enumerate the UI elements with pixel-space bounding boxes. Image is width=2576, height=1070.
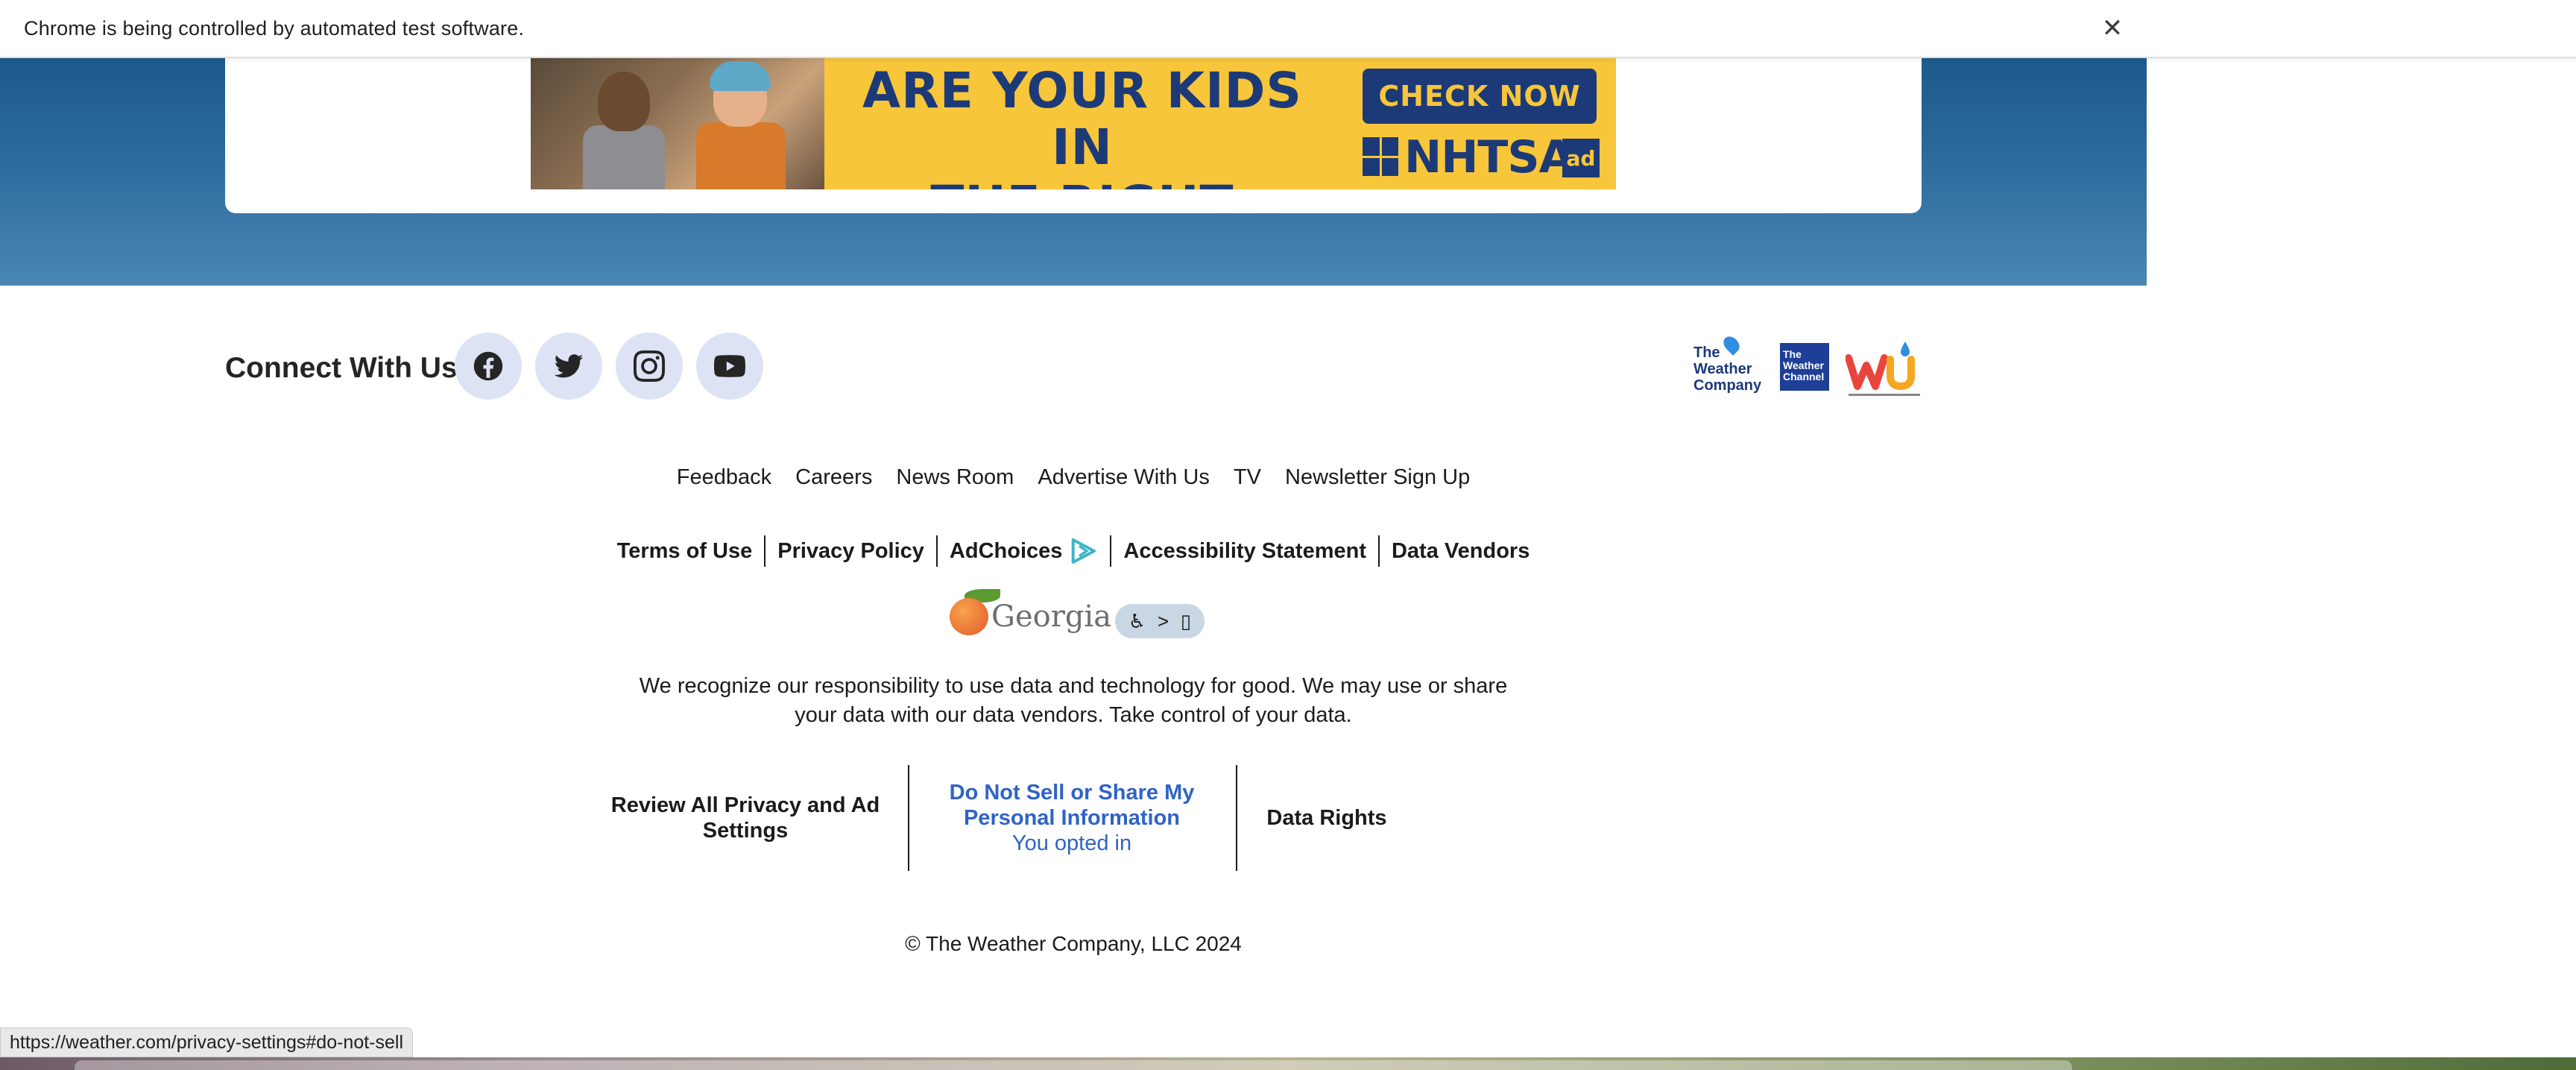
link-feedback[interactable]: Feedback xyxy=(677,465,771,489)
accessibility-badge[interactable]: ♿ > ▯ xyxy=(1115,604,1205,638)
link-adchoices[interactable]: AdChoices xyxy=(938,535,1110,567)
review-privacy-label: Review All Privacy and Ad Settings xyxy=(610,793,880,843)
automation-infobar: Chrome is being controlled by automated … xyxy=(0,0,2576,58)
close-icon[interactable]: ✕ xyxy=(2096,12,2129,45)
data-disclaimer: We recognize our responsibility to use d… xyxy=(639,674,1508,727)
review-privacy-settings-link[interactable]: Review All Privacy and Ad Settings xyxy=(596,765,894,871)
infobar-text: Chrome is being controlled by automated … xyxy=(24,16,525,40)
twitter-link[interactable] xyxy=(535,333,602,400)
peach-icon xyxy=(950,598,988,635)
dock-edge xyxy=(75,1060,2072,1070)
ad-check-now-button[interactable]: CHECK NOW xyxy=(1363,69,1597,124)
ad-council-logo: ad xyxy=(1562,139,1600,177)
ad-card: ARE YOUR KIDS IN THE RIGHT SEAT? CHECK N… xyxy=(225,58,1922,213)
weather-company-logo[interactable]: The Weather Company xyxy=(1693,333,1768,394)
wheelchair-icon: ♿ xyxy=(1128,609,1146,632)
nhtsa-ad-banner[interactable]: ARE YOUR KIDS IN THE RIGHT SEAT? CHECK N… xyxy=(531,58,1616,189)
opt-status: You opted in xyxy=(1011,831,1132,855)
data-rights-link[interactable]: Data Rights xyxy=(1237,765,1416,871)
legal-links: Terms of Use Privacy Policy AdChoices Ac… xyxy=(0,533,2147,569)
link-tv[interactable]: TV xyxy=(1234,465,1261,489)
wunderground-logo[interactable] xyxy=(1846,340,1923,400)
ad-sponsor-logo: NHTSA xyxy=(1404,131,1573,183)
arrow-icon: > xyxy=(1157,609,1169,632)
link-advertise[interactable]: Advertise With Us xyxy=(1038,465,1209,489)
facebook-link[interactable] xyxy=(455,333,522,400)
do-not-sell-link[interactable]: Do Not Sell or Share My Personal Informa… xyxy=(908,765,1236,871)
youtube-link[interactable] xyxy=(696,333,763,400)
link-news-room[interactable]: News Room xyxy=(896,465,1014,489)
ad-headline-line1: ARE YOUR KIDS IN xyxy=(862,62,1302,176)
page-content: ARE YOUR KIDS IN THE RIGHT SEAT? CHECK N… xyxy=(0,58,2147,1057)
nhtsa-symbols-icon xyxy=(1363,137,1398,176)
ad-photo-kids xyxy=(531,58,824,189)
data-rights-label: Data Rights xyxy=(1266,806,1387,830)
link-accessibility-statement[interactable]: Accessibility Statement xyxy=(1111,535,1378,567)
ad-headline-line2: THE RIGHT SEAT? xyxy=(851,176,1313,190)
ad-headline: ARE YOUR KIDS IN THE RIGHT SEAT? xyxy=(851,62,1313,190)
copyright: © The Weather Company, LLC 2024 xyxy=(905,932,1242,955)
device-icon: ▯ xyxy=(1180,609,1192,632)
adchoices-icon xyxy=(1072,538,1096,564)
georgia-logo-text: Georgia xyxy=(991,599,1112,634)
link-data-vendors[interactable]: Data Vendors xyxy=(1380,535,1541,567)
youtube-icon xyxy=(714,355,745,377)
do-not-sell-label: Do Not Sell or Share My Personal Informa… xyxy=(949,781,1195,830)
privacy-options: Review All Privacy and Ad Settings Do No… xyxy=(0,765,2147,871)
instagram-link[interactable] xyxy=(616,333,683,400)
link-terms-of-use[interactable]: Terms of Use xyxy=(605,535,765,567)
twitter-icon xyxy=(554,354,584,378)
instagram-icon xyxy=(634,350,665,382)
link-privacy-policy[interactable]: Privacy Policy xyxy=(765,535,936,567)
footer-nav-links: Feedback Careers News Room Advertise Wit… xyxy=(0,465,2147,490)
weather-channel-logo[interactable]: The Weather Channel xyxy=(1780,343,1829,391)
connect-title: Connect With Us xyxy=(225,352,458,384)
facebook-icon xyxy=(473,351,503,381)
georgia-logo[interactable]: Georgia xyxy=(948,588,1111,641)
browser-window: Chrome is being controlled by automated … xyxy=(0,0,2576,1070)
link-careers[interactable]: Careers xyxy=(795,465,872,489)
adchoices-label: AdChoices xyxy=(949,538,1063,563)
status-bar-url: https://weather.com/privacy-settings#do-… xyxy=(0,1027,414,1057)
link-newsletter[interactable]: Newsletter Sign Up xyxy=(1285,465,1470,489)
